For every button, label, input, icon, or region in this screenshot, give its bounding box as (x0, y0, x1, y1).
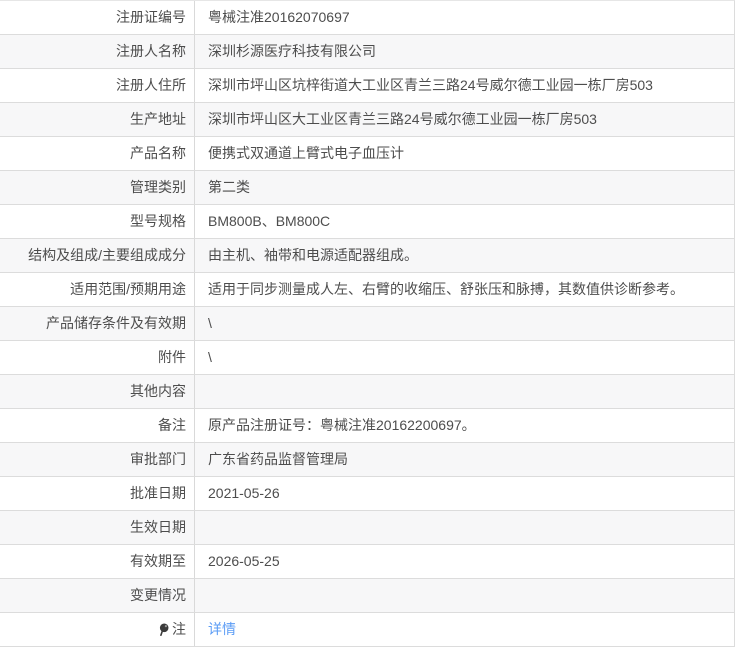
row-label-text: 附件 (158, 349, 186, 365)
row-value (195, 375, 734, 408)
row-label: 注册人住所 (0, 69, 195, 102)
row-label: 有效期至 (0, 545, 195, 578)
row-value-text: \ (208, 315, 212, 331)
row-value: \ (195, 341, 734, 374)
row-label: 其他内容 (0, 375, 195, 408)
table-row: 备注 原产品注册证号：粤械注准20162200697。 (0, 409, 734, 443)
table-row: 结构及组成/主要组成成分 由主机、袖带和电源适配器组成。 (0, 239, 734, 273)
row-label: 审批部门 (0, 443, 195, 476)
table-row: 注册证编号 粤械注准20162070697 (0, 1, 734, 35)
row-value (195, 511, 734, 544)
row-label: 产品储存条件及有效期 (0, 307, 195, 340)
row-value: BM800B、BM800C (195, 205, 734, 238)
row-value: 第二类 (195, 171, 734, 204)
row-label: 注册人名称 (0, 35, 195, 68)
row-label: 备注 (0, 409, 195, 442)
row-label-text: 备注 (158, 417, 186, 433)
row-value: 深圳市坪山区坑梓街道大工业区青兰三路24号威尔德工业园一栋厂房503 (195, 69, 734, 102)
table-row: 产品名称 便携式双通道上臂式电子血压计 (0, 137, 734, 171)
row-label: 注 (0, 613, 195, 646)
row-label-text: 型号规格 (130, 213, 186, 229)
table-row: 生效日期 (0, 511, 734, 545)
row-label-text: 适用范围/预期用途 (70, 281, 186, 297)
table-row: 注 详情 (0, 613, 734, 647)
row-value-text: BM800B、BM800C (208, 213, 331, 229)
row-label-text: 产品名称 (130, 145, 186, 161)
table-row: 产品储存条件及有效期 \ (0, 307, 734, 341)
registration-table: 注册证编号 粤械注准20162070697 注册人名称 深圳杉源医疗科技有限公司 注册人… (0, 0, 735, 647)
table-row: 型号规格 BM800B、BM800C (0, 205, 734, 239)
table-row: 注册人住所 深圳市坪山区坑梓街道大工业区青兰三路24号威尔德工业园一栋厂房503 (0, 69, 734, 103)
row-value-text: 2026-05-25 (208, 553, 280, 569)
row-value: 2026-05-25 (195, 545, 734, 578)
table-row: 有效期至 2026-05-25 (0, 545, 734, 579)
row-label-text: 审批部门 (130, 451, 186, 467)
row-value (195, 579, 734, 612)
table-row: 其他内容 (0, 375, 734, 409)
row-value: 深圳市坪山区大工业区青兰三路24号威尔德工业园一栋厂房503 (195, 103, 734, 136)
row-label-text: 注册证编号 (116, 9, 186, 25)
row-value: 粤械注准20162070697 (195, 1, 734, 34)
row-label: 生效日期 (0, 511, 195, 544)
row-label-text: 变更情况 (130, 587, 186, 603)
row-value: 由主机、袖带和电源适配器组成。 (195, 239, 734, 272)
table-row: 批准日期 2021-05-26 (0, 477, 734, 511)
detail-link[interactable]: 详情 (208, 621, 236, 637)
row-value: 2021-05-26 (195, 477, 734, 510)
row-label-text: 生产地址 (130, 111, 186, 127)
row-label-text: 管理类别 (130, 179, 186, 195)
row-label-text: 其他内容 (130, 383, 186, 399)
table-row: 注册人名称 深圳杉源医疗科技有限公司 (0, 35, 734, 69)
row-value-text: 广东省药品监督管理局 (208, 451, 348, 467)
table-row: 生产地址 深圳市坪山区大工业区青兰三路24号威尔德工业园一栋厂房503 (0, 103, 734, 137)
row-value-text: 原产品注册证号：粤械注准20162200697。 (208, 417, 476, 433)
row-label: 附件 (0, 341, 195, 374)
row-value-text: 第二类 (208, 179, 250, 195)
row-value-text: \ (208, 349, 212, 365)
row-value: \ (195, 307, 734, 340)
row-value-text: 便携式双通道上臂式电子血压计 (208, 145, 404, 161)
row-label-text: 结构及组成/主要组成成分 (28, 247, 186, 263)
row-label-text: 注 (172, 621, 186, 637)
row-value-text: 深圳市坪山区坑梓街道大工业区青兰三路24号威尔德工业园一栋厂房503 (208, 77, 653, 93)
row-label: 型号规格 (0, 205, 195, 238)
note-icon (158, 623, 169, 636)
table-row: 附件 \ (0, 341, 734, 375)
row-label-text: 产品储存条件及有效期 (46, 315, 186, 331)
row-label: 批准日期 (0, 477, 195, 510)
row-value-text: 深圳杉源医疗科技有限公司 (208, 43, 376, 59)
row-label: 生产地址 (0, 103, 195, 136)
row-label-text: 批准日期 (130, 485, 186, 501)
row-label: 变更情况 (0, 579, 195, 612)
registration-detail-page: 注册证编号 粤械注准20162070697 注册人名称 深圳杉源医疗科技有限公司 注册人… (0, 0, 742, 649)
row-label-text: 生效日期 (130, 519, 186, 535)
row-value-text: 适用于同步测量成人左、右臂的收缩压、舒张压和脉搏，其数值供诊断参考。 (208, 281, 684, 297)
row-value-text: 2021-05-26 (208, 485, 280, 501)
row-value: 广东省药品监督管理局 (195, 443, 734, 476)
row-value-text: 由主机、袖带和电源适配器组成。 (208, 247, 418, 263)
row-value: 适用于同步测量成人左、右臂的收缩压、舒张压和脉搏，其数值供诊断参考。 (195, 273, 734, 306)
row-label-text: 有效期至 (130, 553, 186, 569)
row-label: 产品名称 (0, 137, 195, 170)
row-value-text: 粤械注准20162070697 (208, 9, 350, 25)
table-row: 管理类别 第二类 (0, 171, 734, 205)
row-label: 管理类别 (0, 171, 195, 204)
row-value: 便携式双通道上臂式电子血压计 (195, 137, 734, 170)
table-row: 审批部门 广东省药品监督管理局 (0, 443, 734, 477)
row-value: 深圳杉源医疗科技有限公司 (195, 35, 734, 68)
row-label-text: 注册人名称 (116, 43, 186, 59)
table-row: 变更情况 (0, 579, 734, 613)
table-row: 适用范围/预期用途 适用于同步测量成人左、右臂的收缩压、舒张压和脉搏，其数值供诊断… (0, 273, 734, 307)
row-label: 适用范围/预期用途 (0, 273, 195, 306)
row-value: 原产品注册证号：粤械注准20162200697。 (195, 409, 734, 442)
row-label: 结构及组成/主要组成成分 (0, 239, 195, 272)
row-label: 注册证编号 (0, 1, 195, 34)
row-label-text: 注册人住所 (116, 77, 186, 93)
row-value: 详情 (195, 613, 734, 646)
row-value-text: 深圳市坪山区大工业区青兰三路24号威尔德工业园一栋厂房503 (208, 111, 597, 127)
